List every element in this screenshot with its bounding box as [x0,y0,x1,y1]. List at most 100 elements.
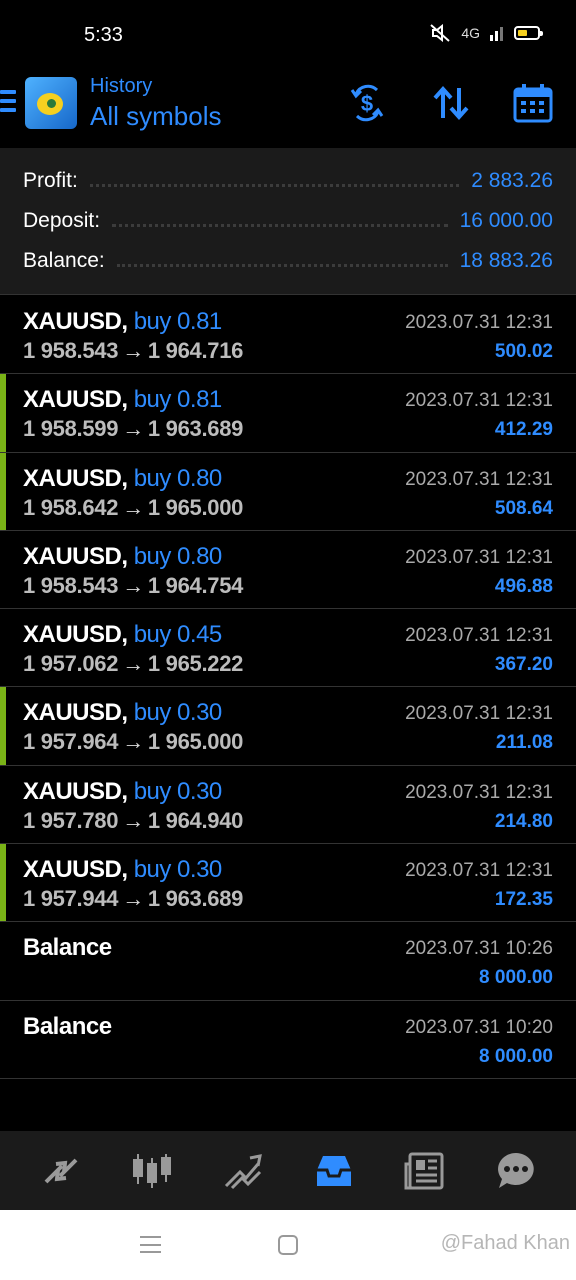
arrow-right-icon: → [122,651,144,677]
arrow-right-icon: → [122,416,144,442]
deal-prices: 1 958.642 → 1 965.000 [23,495,243,521]
deal-prices: 1 957.062 → 1 965.222 [23,651,243,677]
watermark: @Fahad Khan [440,1232,570,1254]
deal-open-price: 1 958.642 [23,494,119,520]
arrow-right-icon: → [122,886,144,912]
deal-type: buy 0.30 [133,777,223,805]
balance-row[interactable]: Balance 2023.07.31 10:26 8 000.00 [0,922,576,1001]
deal-symbol: XAUUSD, [23,542,128,570]
signal-icon [490,27,503,41]
balance-value: 18 883.26 [459,249,553,272]
bottom-nav [0,1131,576,1210]
balance-label: Balance: [23,249,105,272]
screen-subtitle: History [90,75,153,97]
deal-open-price: 1 958.543 [23,338,119,363]
battery-icon [514,26,543,40]
news-icon[interactable] [402,1148,448,1194]
deal-time: 2023.07.31 12:31 [405,546,553,568]
status-bar: 5:33 4G [0,0,576,70]
deal-type: buy 0.45 [133,621,223,649]
deal-prices: 1 957.780 → 1 964.940 [23,808,243,834]
deal-symbol: XAUUSD, [23,621,128,649]
deal-symbol-line: XAUUSD, buy 0.30 [23,778,222,806]
deal-symbol-line: XAUUSD, buy 0.45 [23,621,222,649]
deal-time: 2023.07.31 12:31 [405,703,553,725]
svg-text:$: $ [361,91,373,116]
deal-row[interactable]: XAUUSD, buy 0.81 1 958.599 → 1 963.689 202… [0,374,576,453]
deal-time: 2023.07.31 12:31 [405,781,553,803]
sort-icon[interactable] [430,82,472,124]
deal-profit: 172.35 [494,889,553,911]
status-time: 5:33 [84,24,123,46]
deal-row[interactable]: XAUUSD, buy 0.30 1 957.780 → 1 964.940 202… [0,766,576,845]
deal-row[interactable]: XAUUSD, buy 0.30 1 957.944 → 1 963.689 202… [0,844,576,923]
deal-time: 2023.07.31 12:31 [405,390,553,412]
deal-symbol-line: XAUUSD, buy 0.30 [23,699,222,727]
chat-icon[interactable] [493,1148,539,1194]
status-icons: 4G [429,24,543,42]
deal-row[interactable]: XAUUSD, buy 0.81 1 958.543 → 1 964.716 202… [0,296,576,375]
deal-type: buy 0.30 [133,699,223,727]
arrow-right-icon: → [122,338,144,363]
arrow-right-icon: → [122,729,144,755]
deal-type: buy 0.30 [133,856,223,884]
summary-balance-row: Balance: 18 883.26 [23,241,553,281]
balance-row[interactable]: Balance 2023.07.31 10:20 8 000.00 [0,1001,576,1079]
deal-row[interactable]: XAUUSD, buy 0.80 1 958.642 → 1 965.000 202… [0,452,576,531]
deal-profit: 214.80 [494,810,553,832]
summary-panel: Profit: 2 883.26 Deposit: 16 000.00 Bala… [0,148,576,295]
deposit-value: 16 000.00 [459,209,553,232]
chart-icon[interactable] [129,1148,175,1194]
deal-symbol-line: XAUUSD, buy 0.80 [23,543,222,571]
deal-open-price: 1 957.944 [23,886,119,912]
deal-open-price: 1 957.964 [23,729,119,755]
dollar-refresh-icon[interactable]: $ [346,82,388,124]
recent-apps-icon[interactable] [140,1236,161,1253]
deal-row[interactable]: XAUUSD, buy 0.45 1 957.062 → 1 965.222 202… [0,609,576,688]
deal-open-price: 1 958.599 [23,416,119,442]
deal-symbol-line: XAUUSD, buy 0.80 [23,465,222,493]
deal-symbol: XAUUSD, [23,699,128,727]
deal-symbol-line: XAUUSD, buy 0.81 [23,308,222,336]
deal-open-price: 1 957.062 [23,651,119,677]
deal-close-price: 1 965.000 [147,729,244,755]
summary-profit-row: Profit: 2 883.26 [23,161,553,201]
deal-time: 2023.07.31 10:20 [405,1016,553,1038]
deal-symbol: XAUUSD, [23,386,128,414]
calendar-icon[interactable] [512,82,554,124]
quotes-icon[interactable] [38,1148,84,1194]
deal-time: 2023.07.31 10:26 [405,938,553,960]
deal-time: 2023.07.31 12:31 [405,860,553,882]
deal-time: 2023.07.31 12:31 [405,625,553,647]
deal-open-price: 1 958.543 [23,572,119,598]
deal-type: buy 0.81 [133,308,223,335]
mute-icon [430,24,450,42]
deal-profit: 500.02 [494,341,553,362]
deal-type: buy 0.81 [133,386,223,414]
deal-prices: 1 958.543 → 1 964.754 [23,573,243,599]
deal-symbol-line: XAUUSD, buy 0.81 [23,386,222,414]
deal-close-price: 1 964.716 [147,338,244,363]
deal-close-price: 1 965.000 [147,494,244,520]
deal-profit: 496.88 [494,575,553,597]
deal-symbol: XAUUSD, [23,856,128,884]
menu-icon[interactable] [0,90,16,112]
deal-time: 2023.07.31 12:31 [405,312,553,333]
deposit-label: Deposit: [23,209,101,232]
deal-close-price: 1 965.222 [147,651,244,677]
deal-time: 2023.07.31 12:31 [405,468,553,490]
deal-prices: 1 958.543 → 1 964.716 [23,338,243,364]
dot-leader [112,223,448,227]
history-icon[interactable] [311,1148,357,1194]
arrow-right-icon: → [122,807,144,833]
trade-icon[interactable] [220,1148,266,1194]
profit-value: 2 883.26 [471,169,553,192]
deal-row[interactable]: XAUUSD, buy 0.80 1 958.543 → 1 964.754 202… [0,531,576,610]
deal-symbol: XAUUSD, [23,777,128,805]
balance-label: Balance [23,1012,112,1040]
deal-prices: 1 958.599 → 1 963.689 [23,416,243,442]
network-label: 4G [461,25,480,41]
title-block[interactable]: History All symbols [90,73,221,133]
home-icon[interactable] [278,1235,298,1255]
deal-row[interactable]: XAUUSD, buy 0.30 1 957.964 → 1 965.000 202… [0,687,576,766]
